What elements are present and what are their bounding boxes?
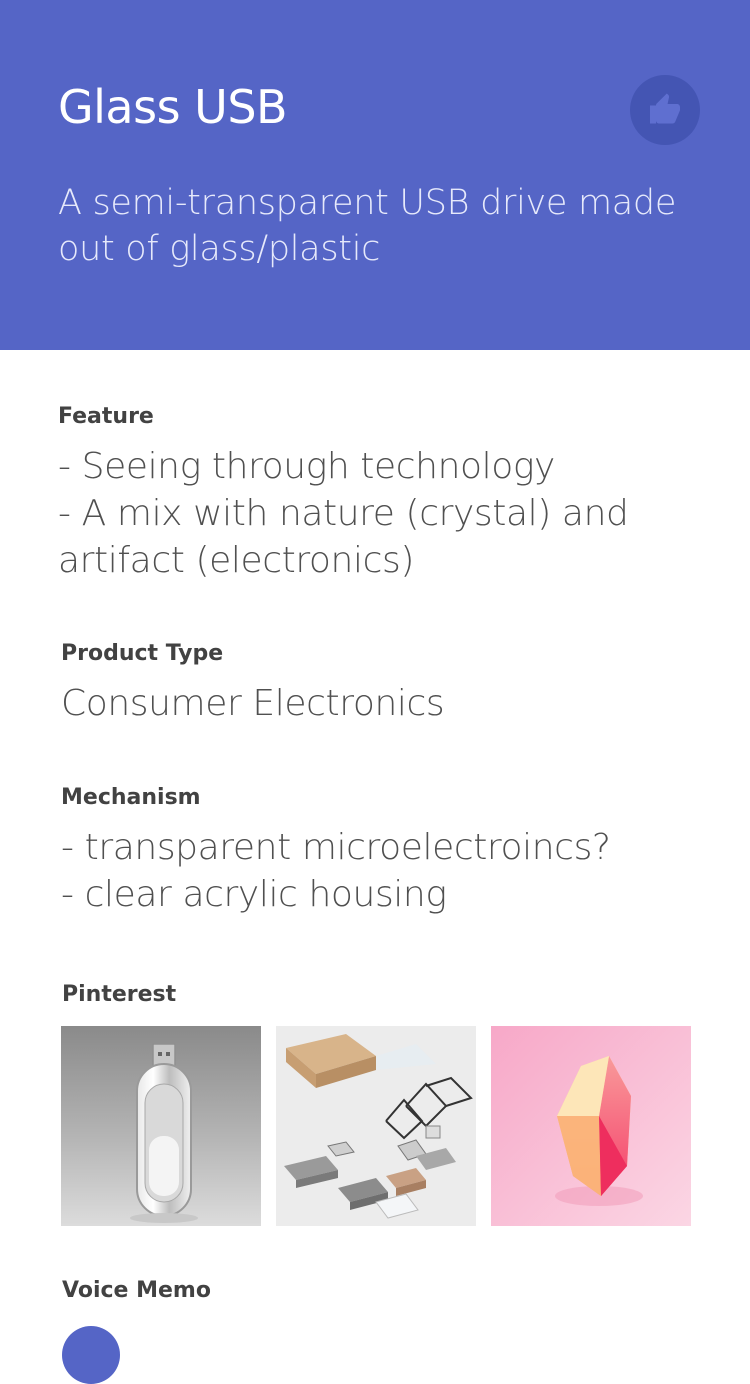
product-type-value: Consumer Electronics xyxy=(61,683,445,724)
feature-value: - Seeing through technology - A mix with… xyxy=(58,446,629,581)
page-title: Glass USB xyxy=(58,80,288,134)
pink-crystal-image[interactable] xyxy=(491,1026,691,1226)
voice-memo-button[interactable] xyxy=(62,1326,120,1384)
mechanism-label: Mechanism xyxy=(61,785,201,810)
pinterest-label: Pinterest xyxy=(62,982,177,1007)
product-type-label: Product Type xyxy=(61,641,224,666)
page-subtitle: A semi-transparent USB drive made out of… xyxy=(58,183,677,269)
voice-memo-label: Voice Memo xyxy=(62,1278,211,1303)
feature-label: Feature xyxy=(58,404,154,429)
wooden-usb-drives-image[interactable] xyxy=(276,1026,476,1226)
glass-usb-drive-image[interactable] xyxy=(61,1026,261,1226)
header: Glass USB A semi-transparent USB drive m… xyxy=(0,0,750,350)
like-button[interactable] xyxy=(630,75,700,145)
thumbs-up-icon xyxy=(650,93,680,124)
mechanism-value: - transparent microelectroincs? - clear … xyxy=(61,827,611,915)
